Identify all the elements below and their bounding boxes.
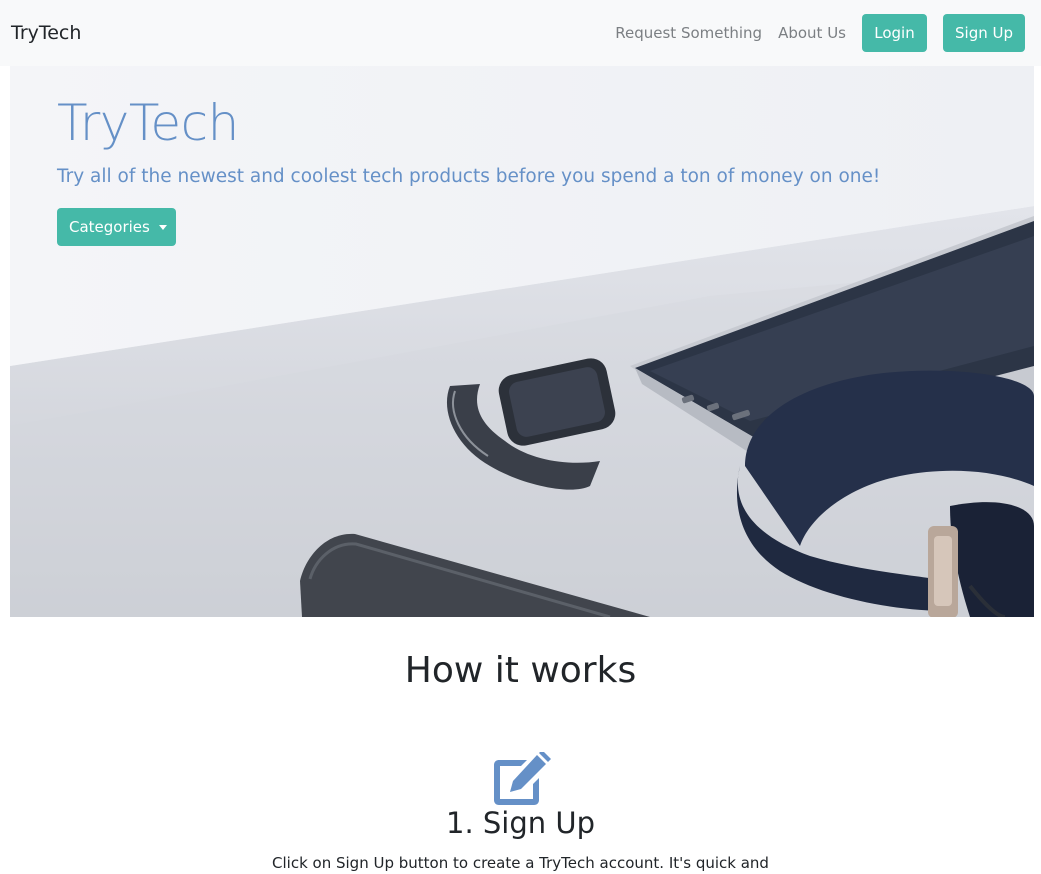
- how-it-works-title: How it works: [404, 650, 637, 691]
- step-1-description: Click on Sign Up button to create a TryT…: [272, 854, 769, 872]
- categories-dropdown-button[interactable]: Categories: [57, 208, 176, 246]
- hero-title: TryTech: [57, 94, 239, 152]
- nav-link-request-something[interactable]: Request Something: [615, 24, 762, 42]
- edit-icon: [491, 750, 551, 810]
- login-button[interactable]: Login: [862, 14, 927, 52]
- signup-button[interactable]: Sign Up: [943, 14, 1025, 52]
- brand-link[interactable]: TryTech: [11, 22, 81, 44]
- hero-lead-text: Try all of the newest and coolest tech p…: [57, 166, 881, 187]
- step-1-title: 1. Sign Up: [446, 806, 595, 840]
- hero-jumbotron: TryTech Try all of the newest and cooles…: [10, 66, 1034, 617]
- nav-link-about-us[interactable]: About Us: [778, 24, 846, 42]
- caret-down-icon: [158, 224, 167, 230]
- categories-button-label: Categories: [69, 218, 150, 236]
- navbar-right: Request Something About Us Login Sign Up: [615, 14, 1025, 52]
- navbar: TryTech Request Something About Us Login…: [0, 0, 1041, 66]
